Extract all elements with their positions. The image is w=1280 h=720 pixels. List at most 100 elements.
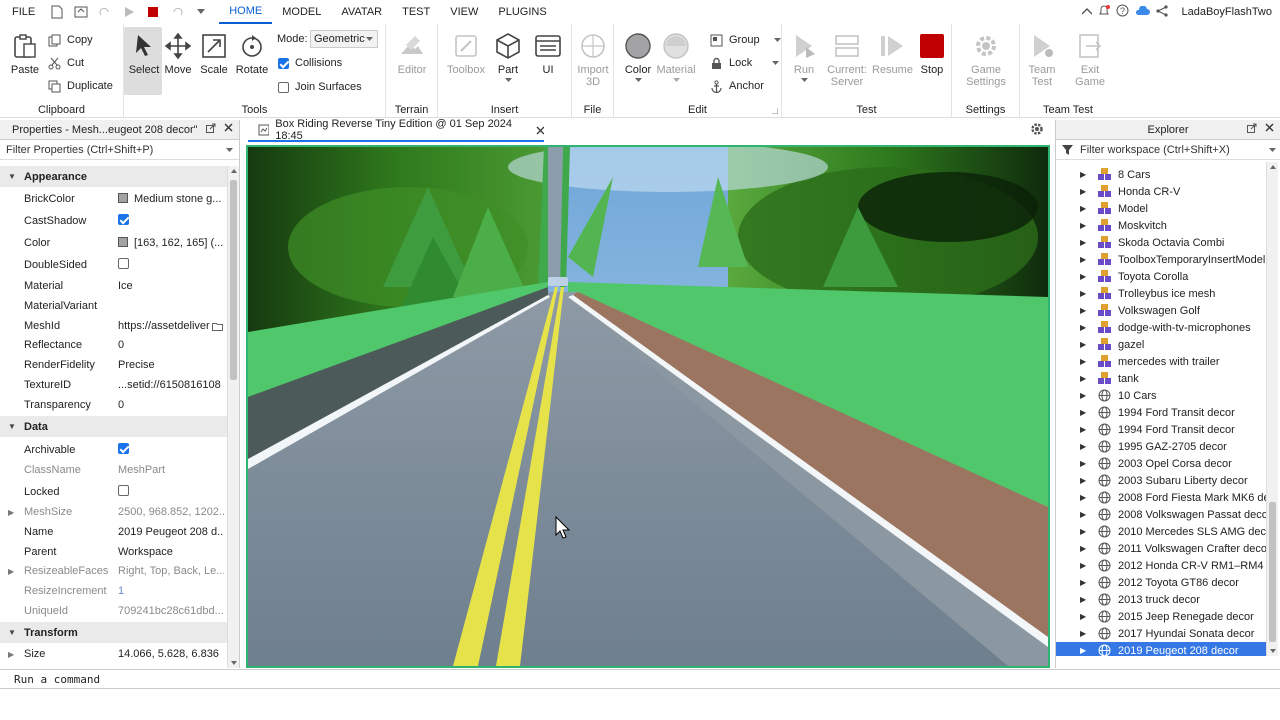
explorer-item[interactable]: ▶ Skoda Octavia Combi — [1056, 234, 1268, 251]
expand-arrow-icon[interactable]: ▶ — [1080, 374, 1086, 383]
locked-checkbox[interactable] — [118, 485, 129, 496]
archivable-checkbox[interactable] — [118, 443, 129, 454]
explorer-scrollbar[interactable] — [1266, 162, 1278, 656]
prop-resizeablefaces[interactable]: ▶ ResizeableFaces Right, Top, Back, Le... — [0, 561, 228, 581]
expand-arrow-icon[interactable]: ▶ — [1080, 612, 1086, 621]
expand-arrow-icon[interactable]: ▶ — [1080, 323, 1086, 332]
prop-value[interactable]: 0 — [118, 339, 224, 351]
close-icon[interactable] — [1265, 123, 1274, 136]
move-button[interactable]: Move — [158, 32, 198, 76]
username[interactable]: LadaBoyFlashTwo — [1182, 6, 1273, 18]
collapse-triangle-icon[interactable]: ▼ — [8, 172, 16, 181]
rotate-button[interactable]: Rotate — [232, 32, 272, 76]
prop-value[interactable]: Workspace — [118, 546, 224, 558]
ribbon-expand-icon[interactable] — [772, 108, 778, 114]
explorer-item[interactable]: ▶ 2011 Volkswagen Crafter decor — [1056, 540, 1268, 557]
tab-view[interactable]: VIEW — [440, 0, 488, 24]
expand-arrow-icon[interactable]: ▶ — [1080, 272, 1086, 281]
close-icon[interactable] — [224, 123, 233, 136]
viewport-settings-gear-icon[interactable] — [1030, 122, 1046, 138]
paste-button[interactable]: Paste — [4, 32, 46, 76]
explorer-item[interactable]: ▶ Volkswagen Golf — [1056, 302, 1268, 319]
duplicate-button[interactable]: Duplicate — [48, 77, 113, 95]
game-settings-button[interactable]: Game Settings — [964, 32, 1008, 88]
prop-materialvariant[interactable]: MaterialVariant — [0, 296, 228, 316]
filter-chevron-down-icon[interactable] — [1269, 148, 1276, 153]
category-transform[interactable]: ▼ Transform — [0, 622, 228, 643]
explorer-item[interactable]: ▶ 1995 GAZ-2705 decor — [1056, 438, 1268, 455]
explorer-item[interactable]: ▶ 2012 Honda CR-V RM1–RM4 deco — [1056, 557, 1268, 574]
expand-arrow-icon[interactable]: ▶ — [1080, 544, 1086, 553]
expand-arrow-icon[interactable]: ▶ — [1080, 357, 1086, 366]
prop-size[interactable]: ▶ Size 14.066, 5.628, 6.836 — [0, 644, 228, 664]
run-button[interactable]: Run — [784, 32, 824, 83]
expand-arrow-icon[interactable]: ▶ — [1080, 238, 1086, 247]
expand-arrow-icon[interactable]: ▶ — [1080, 561, 1086, 570]
expand-triangle-icon[interactable]: ▶ — [8, 508, 14, 517]
explorer-filter-input[interactable]: Filter workspace (Ctrl+Shift+X) — [1056, 140, 1280, 160]
expand-arrow-icon[interactable]: ▶ — [1080, 289, 1086, 298]
tab-plugins[interactable]: PLUGINS — [488, 0, 556, 24]
prop-value[interactable]: https://assetdeliver — [118, 320, 214, 332]
cloud-icon[interactable] — [1135, 4, 1150, 19]
game-scene[interactable] — [248, 147, 1048, 666]
prop-castshadow[interactable]: CastShadow — [0, 211, 228, 231]
toolbox-button[interactable]: Toolbox — [446, 32, 486, 76]
color-dropdown-icon[interactable] — [634, 78, 642, 83]
filter-chevron-down-icon[interactable] — [226, 148, 233, 153]
resume-button[interactable]: Resume — [872, 32, 913, 76]
tab-home[interactable]: HOME — [219, 0, 273, 24]
expand-arrow-icon[interactable]: ▶ — [1080, 187, 1086, 196]
expand-arrow-icon[interactable]: ▶ — [1080, 425, 1086, 434]
explorer-item[interactable]: ▶ ToolboxTemporaryInsertModel — [1056, 251, 1268, 268]
share-icon[interactable] — [1155, 4, 1168, 20]
explorer-item[interactable]: ▶ 2019 Peugeot 208 decor — [1056, 642, 1268, 656]
explorer-item[interactable]: ▶ Toyota Corolla — [1056, 268, 1268, 285]
prop-doublesided[interactable]: DoubleSided — [0, 255, 228, 275]
notification-bell-icon[interactable] — [1098, 4, 1110, 20]
lock-button[interactable]: Lock — [710, 54, 780, 72]
team-test-button[interactable]: Team Test — [1022, 32, 1062, 88]
ui-button[interactable]: UI — [528, 32, 568, 76]
expand-arrow-icon[interactable]: ▶ — [1080, 578, 1086, 587]
file-menu[interactable]: FILE — [0, 0, 45, 24]
doublesided-checkbox[interactable] — [118, 258, 129, 269]
prop-meshid[interactable]: MeshId https://assetdeliver — [0, 316, 228, 336]
scroll-thumb[interactable] — [230, 180, 237, 380]
current-server-button[interactable]: Current: Server — [826, 32, 868, 88]
expand-triangle-icon[interactable]: ▶ — [8, 567, 14, 576]
expand-arrow-icon[interactable]: ▶ — [1080, 221, 1086, 230]
collapse-ribbon-icon[interactable] — [1081, 6, 1092, 18]
explorer-item[interactable]: ▶ 2010 Mercedes SLS AMG decor — [1056, 523, 1268, 540]
command-bar-input[interactable]: Run a command — [0, 669, 1280, 689]
publish-icon[interactable] — [72, 3, 90, 21]
prop-textureid[interactable]: TextureID ...setid://6150816108 — [0, 375, 228, 395]
prop-transparency[interactable]: Transparency 0 — [0, 395, 228, 415]
prop-reflectance[interactable]: Reflectance 0 — [0, 335, 228, 355]
explorer-item[interactable]: ▶ Trolleybus ice mesh — [1056, 285, 1268, 302]
prop-value[interactable]: Precise — [118, 359, 224, 371]
prop-value[interactable] — [118, 443, 224, 457]
prop-name-field[interactable]: Name 2019 Peugeot 208 d... — [0, 522, 228, 542]
expand-arrow-icon[interactable]: ▶ — [1080, 391, 1086, 400]
collapse-triangle-icon[interactable]: ▼ — [8, 628, 16, 637]
folder-icon[interactable] — [212, 322, 223, 331]
part-button[interactable]: Part — [488, 32, 528, 83]
properties-filter-input[interactable]: Filter Properties (Ctrl+Shift+P) — [0, 140, 239, 160]
explorer-item[interactable]: ▶ Honda CR-V — [1056, 183, 1268, 200]
place-document-tab[interactable]: Box Riding Reverse Tiny Edition @ 01 Sep… — [248, 118, 544, 142]
prop-value[interactable]: 14.066, 5.628, 6.836 — [118, 648, 224, 660]
undock-icon[interactable] — [206, 123, 216, 136]
part-dropdown-icon[interactable] — [504, 78, 512, 83]
lock-dropdown-icon[interactable] — [772, 60, 780, 66]
material-dropdown-icon[interactable] — [672, 78, 680, 83]
tab-test[interactable]: TEST — [392, 0, 440, 24]
tab-model[interactable]: MODEL — [272, 0, 331, 24]
expand-arrow-icon[interactable]: ▶ — [1080, 408, 1086, 417]
explorer-item[interactable]: ▶ 2008 Volkswagen Passat decor — [1056, 506, 1268, 523]
explorer-item[interactable]: ▶ Model — [1056, 200, 1268, 217]
prop-locked[interactable]: Locked — [0, 482, 228, 502]
expand-arrow-icon[interactable]: ▶ — [1080, 595, 1086, 604]
expand-arrow-icon[interactable]: ▶ — [1080, 306, 1086, 315]
prop-value[interactable]: Ice — [118, 280, 224, 292]
